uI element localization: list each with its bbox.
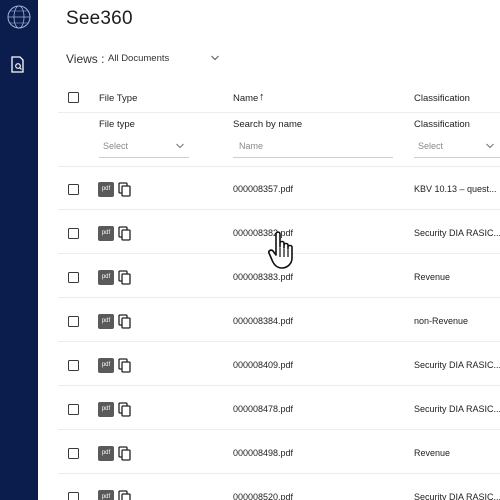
classification-value: non-Revenue — [414, 316, 469, 326]
select-all-checkbox[interactable] — [68, 92, 79, 103]
main-content: See360 Views : All Documents File Type N… — [38, 0, 500, 500]
copy-icon[interactable] — [118, 314, 131, 329]
pdf-file-icon: pdf — [98, 490, 114, 500]
classification-value: Security DIA RASIC... — [414, 492, 500, 500]
row-checkbox[interactable] — [68, 184, 79, 195]
copy-icon[interactable] — [118, 402, 131, 417]
row-checkbox[interactable] — [68, 360, 79, 371]
table-row[interactable]: pdf 000008520.pdf Security DIA RASIC... — [38, 474, 500, 500]
document-search-icon[interactable] — [10, 56, 26, 74]
file-name[interactable]: 000008384.pdf — [233, 316, 293, 326]
row-checkbox[interactable] — [68, 316, 79, 327]
table-row[interactable]: pdf 000008409.pdf Security DIA RASIC... — [38, 342, 500, 386]
pdf-file-icon: pdf — [98, 358, 114, 373]
copy-icon[interactable] — [118, 490, 131, 500]
classification-value: Security DIA RASIC... — [414, 360, 500, 370]
hand-pointer-cursor-icon — [268, 231, 293, 269]
file-name[interactable]: 000008520.pdf — [233, 492, 293, 500]
table-row[interactable]: pdf 000008384.pdf non-Revenue — [38, 298, 500, 342]
views-select[interactable]: All Documents — [108, 53, 169, 64]
pdf-file-icon: pdf — [98, 446, 114, 461]
pdf-file-icon: pdf — [98, 402, 114, 417]
row-checkbox[interactable] — [68, 228, 79, 239]
classification-filter-select[interactable]: Select — [418, 141, 443, 151]
chevron-down-icon[interactable] — [175, 142, 185, 150]
column-header-classification[interactable]: Classification — [414, 93, 470, 104]
filter-underline — [414, 157, 500, 158]
file-type-filter-select[interactable]: Select — [103, 141, 128, 151]
pdf-file-icon: pdf — [98, 270, 114, 285]
filter-label-file-type: File type — [99, 119, 135, 130]
copy-icon[interactable] — [118, 226, 131, 241]
table-row[interactable]: pdf 000008498.pdf Revenue — [38, 430, 500, 474]
sort-ascending-icon[interactable]: ↑ — [259, 91, 265, 103]
classification-value: Revenue — [414, 448, 451, 458]
sidebar — [0, 0, 38, 500]
row-checkbox[interactable] — [68, 272, 79, 283]
file-name[interactable]: 000008498.pdf — [233, 448, 293, 458]
copy-icon[interactable] — [118, 270, 131, 285]
table-row[interactable]: pdf 000008478.pdf Security DIA RASIC... — [38, 386, 500, 430]
name-search-input[interactable]: Name — [239, 141, 263, 151]
copy-icon[interactable] — [118, 446, 131, 461]
classification-value: Security DIA RASIC... — [414, 228, 500, 238]
pdf-file-icon: pdf — [98, 314, 114, 329]
classification-value: KBV 10.13 – quest... — [414, 184, 497, 194]
copy-icon[interactable] — [118, 182, 131, 197]
row-checkbox[interactable] — [68, 492, 79, 500]
file-name[interactable]: 000008478.pdf — [233, 404, 293, 414]
globe-logo-icon[interactable] — [4, 2, 34, 32]
row-checkbox[interactable] — [68, 448, 79, 459]
chevron-down-icon[interactable] — [485, 142, 495, 150]
filter-underline — [99, 157, 189, 158]
copy-icon[interactable] — [118, 358, 131, 373]
table-row[interactable]: pdf 000008357.pdf KBV 10.13 – quest... — [38, 166, 500, 210]
filter-label-classification: Classification — [414, 119, 470, 130]
file-name[interactable]: 000008383.pdf — [233, 272, 293, 282]
row-checkbox[interactable] — [68, 404, 79, 415]
pdf-file-icon: pdf — [98, 226, 114, 241]
classification-value: Revenue — [414, 272, 451, 282]
file-name[interactable]: 000008409.pdf — [233, 360, 293, 370]
chevron-down-icon[interactable] — [210, 53, 220, 63]
classification-value: Security DIA RASIC... — [414, 404, 500, 414]
filter-label-name: Search by name — [233, 119, 303, 130]
pdf-file-icon: pdf — [98, 182, 114, 197]
app-title: See360 — [66, 8, 133, 29]
views-label: Views : — [66, 52, 105, 66]
column-header-name[interactable]: Name — [233, 93, 258, 104]
divider — [58, 112, 500, 113]
file-name[interactable]: 000008357.pdf — [233, 184, 293, 194]
column-header-file-type[interactable]: File Type — [99, 93, 137, 104]
filter-underline — [233, 157, 393, 158]
